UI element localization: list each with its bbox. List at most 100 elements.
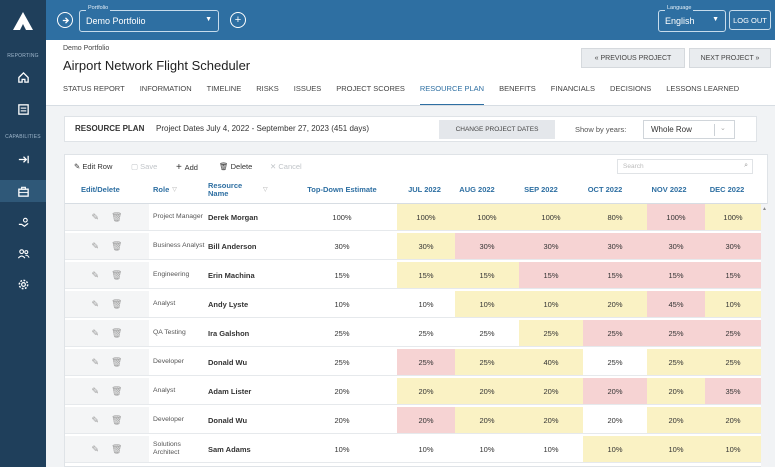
pencil-icon[interactable]: ✎: [92, 270, 100, 281]
tab-status-report[interactable]: STATUS REPORT: [63, 84, 125, 98]
month-allocation-cell[interactable]: 25%: [583, 349, 647, 375]
month-allocation-cell[interactable]: 35%: [705, 378, 761, 404]
save-button[interactable]: ▢ Save: [131, 162, 157, 171]
month-allocation-cell[interactable]: 25%: [455, 349, 519, 375]
month-allocation-cell[interactable]: 100%: [705, 204, 761, 230]
add-portfolio-plus-icon[interactable]: +: [230, 12, 246, 28]
pencil-icon[interactable]: ✎: [92, 444, 100, 455]
gear-icon[interactable]: [0, 273, 46, 295]
month-allocation-cell[interactable]: 100%: [455, 204, 519, 230]
trash-icon[interactable]: 🗑: [111, 270, 122, 281]
month-allocation-cell[interactable]: 30%: [455, 233, 519, 259]
month-allocation-cell[interactable]: 15%: [647, 262, 705, 288]
table-row[interactable]: ✎ 🗑 Analyst Adam Lister 20% 20% 20% 20% 20% 20% 35…: [65, 378, 761, 405]
month-allocation-cell[interactable]: 80%: [583, 204, 647, 230]
month-allocation-cell[interactable]: 25%: [705, 349, 761, 375]
column-header-role[interactable]: Role ▽: [153, 179, 205, 201]
month-allocation-cell[interactable]: 10%: [705, 436, 761, 462]
filter-icon[interactable]: ▽: [263, 187, 268, 194]
tab-resource-plan[interactable]: RESOURCE PLAN: [419, 84, 485, 106]
scroll-up-icon[interactable]: ▲: [762, 206, 767, 212]
month-allocation-cell[interactable]: 100%: [397, 204, 455, 230]
month-allocation-cell[interactable]: 30%: [705, 233, 761, 259]
month-allocation-cell[interactable]: 10%: [397, 436, 455, 462]
month-allocation-cell[interactable]: 15%: [397, 262, 455, 288]
table-row[interactable]: ✎ 🗑 Developer Donald Wu 25% 25% 25% 40% 25% 25% 25…: [65, 349, 761, 376]
portfolio-briefcase-icon[interactable]: [0, 180, 46, 202]
trash-icon[interactable]: 🗑: [111, 212, 122, 223]
search-input[interactable]: Search ⌕: [617, 159, 753, 174]
pencil-icon[interactable]: ✎: [92, 299, 100, 310]
month-allocation-cell[interactable]: 20%: [455, 407, 519, 433]
month-allocation-cell[interactable]: 100%: [647, 204, 705, 230]
report-list-icon[interactable]: [0, 98, 46, 120]
month-allocation-cell[interactable]: 20%: [519, 407, 583, 433]
month-allocation-cell[interactable]: 15%: [455, 262, 519, 288]
month-allocation-cell[interactable]: 30%: [519, 233, 583, 259]
table-row[interactable]: ✎ 🗑 QA Testing Ira Galshon 25% 25% 25% 25% 25% 25…: [65, 320, 761, 347]
month-allocation-cell[interactable]: 10%: [647, 436, 705, 462]
trash-icon[interactable]: 🗑: [111, 415, 122, 426]
month-allocation-cell[interactable]: 20%: [583, 291, 647, 317]
month-allocation-cell[interactable]: 10%: [705, 291, 761, 317]
next-project-button[interactable]: NEXT PROJECT »: [689, 48, 771, 68]
month-allocation-cell[interactable]: 20%: [583, 378, 647, 404]
edit-row-button[interactable]: ✎ Edit Row: [74, 162, 112, 171]
tab-information[interactable]: INFORMATION: [140, 84, 192, 98]
month-allocation-cell[interactable]: 10%: [519, 291, 583, 317]
table-row[interactable]: ✎ 🗑 Developer Donald Wu 20% 20% 20% 20% 20% 20% 20…: [65, 407, 761, 434]
month-allocation-cell[interactable]: 25%: [397, 349, 455, 375]
resource-hand-icon[interactable]: [0, 211, 46, 233]
pencil-icon[interactable]: ✎: [92, 415, 100, 426]
tab-lessons-learned[interactable]: LESSONS LEARNED: [666, 84, 739, 98]
month-allocation-cell[interactable]: 10%: [455, 291, 519, 317]
month-allocation-cell[interactable]: 30%: [583, 233, 647, 259]
column-header-resource-name[interactable]: Resource Name ▽: [208, 179, 288, 201]
table-row[interactable]: ✎ 🗑 Analyst Andy Lyste 10% 10% 10% 10% 20% 45% 10%: [65, 291, 761, 318]
month-allocation-cell[interactable]: 20%: [705, 407, 761, 433]
month-allocation-cell[interactable]: 15%: [583, 262, 647, 288]
month-allocation-cell[interactable]: 25%: [647, 349, 705, 375]
table-row[interactable]: ✎ 🗑 Project Manager Derek Morgan 100% 100% 100…: [65, 204, 761, 231]
month-allocation-cell[interactable]: 25%: [583, 320, 647, 346]
month-allocation-cell[interactable]: 40%: [519, 349, 583, 375]
month-allocation-cell[interactable]: 15%: [705, 262, 761, 288]
table-row[interactable]: ✎ 🗑 Engineering Erin Machina 15% 15% 15% 15% 15%…: [65, 262, 761, 289]
month-allocation-cell[interactable]: 20%: [583, 407, 647, 433]
month-allocation-cell[interactable]: 20%: [647, 378, 705, 404]
delete-button[interactable]: 🗑 Delete: [219, 162, 252, 171]
breadcrumb[interactable]: Demo Portfolio: [63, 45, 109, 52]
pencil-icon[interactable]: ✎: [92, 212, 100, 223]
trash-icon[interactable]: 🗑: [111, 386, 122, 397]
trash-icon[interactable]: 🗑: [111, 444, 122, 455]
month-allocation-cell[interactable]: 100%: [519, 204, 583, 230]
month-allocation-cell[interactable]: 20%: [455, 378, 519, 404]
pencil-icon[interactable]: ✎: [92, 328, 100, 339]
tab-issues[interactable]: ISSUES: [294, 84, 322, 98]
users-icon[interactable]: [0, 242, 46, 264]
vertical-scrollbar[interactable]: ▲: [761, 204, 768, 467]
month-allocation-cell[interactable]: 20%: [397, 378, 455, 404]
previous-project-button[interactable]: « PREVIOUS PROJECT: [581, 48, 685, 68]
trash-icon[interactable]: 🗑: [111, 357, 122, 368]
pencil-icon[interactable]: ✎: [92, 357, 100, 368]
month-allocation-cell[interactable]: 25%: [705, 320, 761, 346]
month-allocation-cell[interactable]: 45%: [647, 291, 705, 317]
language-select[interactable]: Language English ▼: [658, 5, 726, 32]
month-allocation-cell[interactable]: 25%: [647, 320, 705, 346]
logout-button[interactable]: LOG OUT: [729, 10, 771, 30]
month-allocation-cell[interactable]: 25%: [397, 320, 455, 346]
tab-risks[interactable]: RISKS: [256, 84, 279, 98]
trash-icon[interactable]: 🗑: [111, 328, 122, 339]
home-icon[interactable]: [0, 66, 46, 88]
trash-icon[interactable]: 🗑: [111, 299, 122, 310]
pencil-icon[interactable]: ✎: [92, 241, 100, 252]
month-allocation-cell[interactable]: 10%: [397, 291, 455, 317]
trash-icon[interactable]: 🗑: [111, 241, 122, 252]
portfolio-select[interactable]: Portfolio Demo Portfolio ▼: [79, 5, 219, 32]
go-arrow-icon[interactable]: [57, 12, 73, 28]
tab-timeline[interactable]: TIMELINE: [207, 84, 242, 98]
tab-benefits[interactable]: BENEFITS: [499, 84, 536, 98]
month-allocation-cell[interactable]: 25%: [455, 320, 519, 346]
tab-project-scores[interactable]: PROJECT SCORES: [336, 84, 405, 98]
